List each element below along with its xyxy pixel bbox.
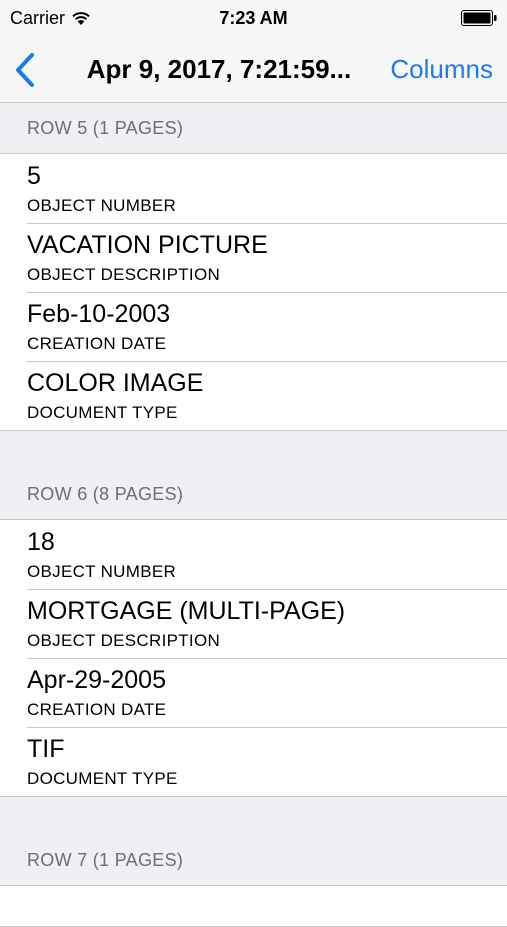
cell-value: TIF [27, 735, 65, 763]
results-list[interactable]: ROW 5 (1 PAGES) 5 OBJECT NUMBER VACATION… [0, 103, 507, 927]
cell-label: OBJECT NUMBER [27, 562, 177, 581]
cell-label: OBJECT NUMBER [27, 196, 177, 215]
status-time: 7:23 AM [219, 8, 288, 28]
cell-value: COLOR IMAGE [27, 369, 204, 397]
cell-value: 18 [27, 528, 55, 556]
chevron-left-icon[interactable] [12, 52, 40, 88]
row-7-group [0, 885, 507, 927]
object-description-cell[interactable]: VACATION PICTURE OBJECT DESCRIPTION [0, 223, 507, 292]
cell-label: DOCUMENT TYPE [27, 403, 178, 422]
object-number-cell[interactable]: 5 OBJECT NUMBER [0, 154, 507, 223]
section-header-row-6: ROW 6 (8 PAGES) [27, 484, 184, 504]
creation-date-cell[interactable]: Apr-29-2005 CREATION DATE [0, 658, 507, 727]
row-5-group: 5 OBJECT NUMBER VACATION PICTURE OBJECT … [0, 153, 507, 431]
creation-date-cell[interactable]: Feb-10-2003 CREATION DATE [0, 292, 507, 361]
document-type-cell[interactable]: TIF DOCUMENT TYPE [0, 727, 507, 796]
cell-label: CREATION DATE [27, 334, 167, 353]
cell-value: Apr-29-2005 [27, 666, 166, 694]
status-bar: Carrier 7:23 AM [0, 0, 507, 38]
cell-label: OBJECT DESCRIPTION [27, 265, 221, 284]
page-title: Apr 9, 2017, 7:21:59... [86, 54, 352, 84]
cell-label: OBJECT DESCRIPTION [27, 631, 221, 650]
columns-button[interactable]: Columns [390, 54, 493, 85]
document-type-cell[interactable]: COLOR IMAGE DOCUMENT TYPE [0, 361, 507, 430]
row-6-group: 18 OBJECT NUMBER MORTGAGE (MULTI-PAGE) O… [0, 519, 507, 797]
section-header-row-7: ROW 7 (1 PAGES) [27, 850, 184, 870]
cell-label: DOCUMENT TYPE [27, 769, 178, 788]
cell-value: Feb-10-2003 [27, 300, 171, 328]
object-description-cell[interactable]: MORTGAGE (MULTI-PAGE) OBJECT DESCRIPTION [0, 589, 507, 658]
section-header-row-5: ROW 5 (1 PAGES) [27, 117, 184, 138]
cell-label: CREATION DATE [27, 700, 167, 719]
cell-value: MORTGAGE (MULTI-PAGE) [27, 597, 346, 625]
battery-full-icon [461, 10, 497, 26]
cell-value: 5 [27, 162, 41, 190]
navigation-bar: Apr 9, 2017, 7:21:59... Columns [0, 38, 507, 103]
object-number-cell[interactable]: 18 OBJECT NUMBER [0, 520, 507, 589]
cell-value: VACATION PICTURE [27, 231, 268, 259]
